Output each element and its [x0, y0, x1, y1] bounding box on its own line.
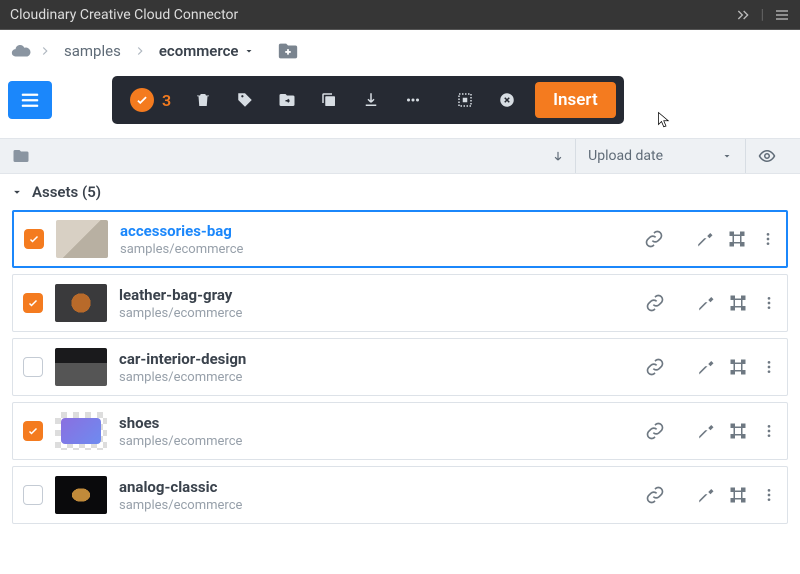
- more-button[interactable]: [393, 82, 433, 118]
- assets-header[interactable]: Assets (5): [0, 174, 800, 210]
- row-actions: [697, 422, 777, 440]
- sort-field-select[interactable]: Upload date: [575, 139, 745, 173]
- kebab-icon[interactable]: [761, 487, 777, 503]
- row-checkbox[interactable]: [23, 485, 43, 505]
- sort-field-label: Upload date: [588, 148, 663, 164]
- selection-count: 3: [120, 88, 181, 112]
- asset-path: samples/ecommerce: [119, 498, 613, 513]
- kebab-icon[interactable]: [761, 423, 777, 439]
- check-circle-icon: [130, 88, 154, 112]
- transform-icon[interactable]: [729, 422, 747, 440]
- row-checkbox[interactable]: [24, 229, 44, 249]
- collapse-icon[interactable]: [735, 7, 751, 23]
- move-folder-button[interactable]: [267, 82, 307, 118]
- cloud-icon[interactable]: [10, 40, 32, 62]
- settings-icon[interactable]: [697, 358, 715, 376]
- asset-name: accessories-bag: [120, 222, 612, 240]
- asset-name: car-interior-design: [119, 350, 613, 368]
- window-titlebar: Cloudinary Creative Cloud Connector |: [0, 0, 800, 30]
- row-actions: [697, 358, 777, 376]
- breadcrumb-item[interactable]: samples: [58, 38, 127, 64]
- caret-down-icon: [721, 150, 733, 162]
- row-actions: [697, 294, 777, 312]
- kebab-icon[interactable]: [761, 359, 777, 375]
- asset-name: shoes: [119, 414, 613, 432]
- copy-link-button[interactable]: [625, 293, 685, 313]
- breadcrumb: samples ecommerce: [0, 30, 800, 72]
- kebab-icon[interactable]: [760, 231, 776, 247]
- asset-row[interactable]: car-interior-design samples/ecommerce: [12, 338, 788, 396]
- settings-icon[interactable]: [697, 486, 715, 504]
- visibility-toggle[interactable]: [745, 139, 788, 173]
- sort-row: Upload date: [0, 138, 800, 174]
- chevron-right-icon: [38, 44, 52, 58]
- row-checkbox[interactable]: [23, 421, 43, 441]
- cursor-icon: [654, 111, 672, 129]
- asset-path: samples/ecommerce: [119, 370, 613, 385]
- copy-link-button[interactable]: [625, 357, 685, 377]
- copy-link-button[interactable]: [625, 421, 685, 441]
- asset-thumbnail[interactable]: [55, 476, 107, 514]
- transform-icon[interactable]: [729, 486, 747, 504]
- asset-thumbnail[interactable]: [55, 284, 107, 322]
- download-button[interactable]: [351, 82, 391, 118]
- breadcrumb-current-label: ecommerce: [159, 42, 239, 60]
- selection-count-value: 3: [162, 91, 171, 110]
- asset-name: analog-classic: [119, 478, 613, 496]
- folder-icon[interactable]: [12, 147, 30, 165]
- asset-path: samples/ecommerce: [119, 434, 613, 449]
- copy-link-button[interactable]: [624, 229, 684, 249]
- asset-name-column: analog-classic samples/ecommerce: [119, 478, 613, 513]
- delete-button[interactable]: [183, 82, 223, 118]
- panel-body: samples ecommerce 3: [0, 30, 800, 574]
- settings-icon[interactable]: [697, 294, 715, 312]
- transform-icon[interactable]: [729, 358, 747, 376]
- copy-link-button[interactable]: [625, 485, 685, 505]
- selection-toolbar: 3: [112, 76, 624, 124]
- kebab-icon[interactable]: [761, 295, 777, 311]
- assets-header-label: Assets (5): [32, 183, 101, 201]
- asset-row[interactable]: analog-classic samples/ecommerce: [12, 466, 788, 524]
- window-title: Cloudinary Creative Cloud Connector: [10, 7, 238, 23]
- caret-down-icon: [10, 185, 24, 199]
- insert-label: Insert: [553, 90, 598, 110]
- row-actions: [697, 486, 777, 504]
- clear-selection-button[interactable]: [487, 82, 527, 118]
- panel-menu-icon[interactable]: [774, 7, 790, 23]
- asset-name-column: leather-bag-gray samples/ecommerce: [119, 286, 613, 321]
- asset-list: accessories-bag samples/ecommerce leathe…: [0, 210, 800, 524]
- sort-direction-icon[interactable]: [541, 149, 575, 163]
- asset-name-column: accessories-bag samples/ecommerce: [120, 222, 612, 257]
- asset-thumbnail[interactable]: [56, 220, 108, 258]
- row-actions: [696, 230, 776, 248]
- tag-button[interactable]: [225, 82, 265, 118]
- caret-down-icon: [243, 45, 255, 57]
- row-checkbox[interactable]: [23, 357, 43, 377]
- divider-icon: |: [761, 7, 764, 23]
- asset-path: samples/ecommerce: [119, 306, 613, 321]
- asset-row[interactable]: accessories-bag samples/ecommerce: [12, 210, 788, 268]
- select-all-button[interactable]: [445, 82, 485, 118]
- chevron-right-icon: [133, 44, 147, 58]
- asset-row[interactable]: shoes samples/ecommerce: [12, 402, 788, 460]
- settings-icon[interactable]: [697, 422, 715, 440]
- asset-row[interactable]: leather-bag-gray samples/ecommerce: [12, 274, 788, 332]
- main-menu-button[interactable]: [8, 81, 52, 119]
- toolbar: 3: [0, 72, 800, 138]
- collection-button[interactable]: [309, 82, 349, 118]
- transform-icon[interactable]: [728, 230, 746, 248]
- breadcrumb-current[interactable]: ecommerce: [153, 38, 261, 64]
- asset-thumbnail[interactable]: [55, 412, 107, 450]
- asset-name: leather-bag-gray: [119, 286, 613, 304]
- asset-path: samples/ecommerce: [120, 242, 612, 257]
- asset-name-column: shoes samples/ecommerce: [119, 414, 613, 449]
- transform-icon[interactable]: [729, 294, 747, 312]
- settings-icon[interactable]: [696, 230, 714, 248]
- insert-button[interactable]: Insert: [535, 82, 616, 118]
- asset-name-column: car-interior-design samples/ecommerce: [119, 350, 613, 385]
- asset-thumbnail[interactable]: [55, 348, 107, 386]
- new-folder-button[interactable]: [277, 40, 299, 62]
- row-checkbox[interactable]: [23, 293, 43, 313]
